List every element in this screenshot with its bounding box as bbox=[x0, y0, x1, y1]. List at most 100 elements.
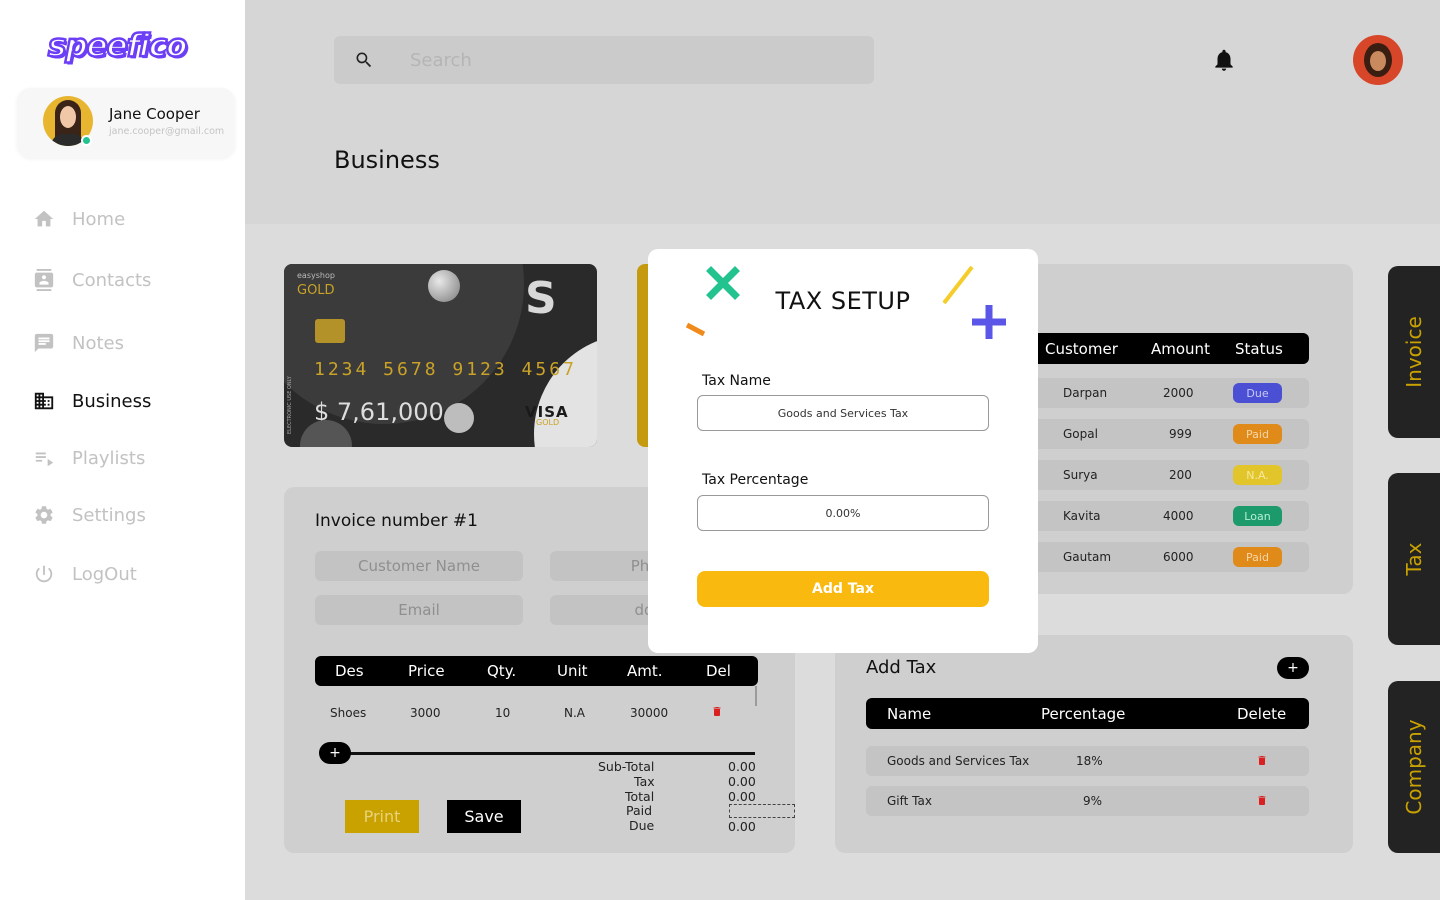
nav-item-contacts[interactable]: Contacts bbox=[32, 265, 232, 295]
email-field[interactable]: Email bbox=[315, 595, 523, 625]
gear-icon bbox=[32, 503, 56, 527]
nav-item-playlists[interactable]: Playlists bbox=[32, 443, 232, 473]
visa-sub: GOLD bbox=[536, 418, 560, 427]
subtotal-label: Sub-Total bbox=[598, 759, 655, 774]
column-header: Customer bbox=[1045, 340, 1118, 358]
bell-icon[interactable] bbox=[1211, 46, 1237, 78]
paid-input[interactable] bbox=[729, 804, 795, 818]
column-header: Del bbox=[706, 662, 731, 680]
profile-email: jane.cooper@gmail.com bbox=[109, 126, 225, 137]
invoice-table-header: Des Price Qty. Unit Amt. Del bbox=[315, 656, 758, 686]
card-number: 1234 5678 9123 4567 bbox=[314, 359, 577, 380]
card-chip-icon bbox=[315, 319, 345, 343]
tax-name: Goods and Services Tax bbox=[887, 754, 1030, 768]
credit-card[interactable]: easyshop GOLD S 1234 5678 9123 4567 ELEC… bbox=[284, 264, 597, 447]
card-logo: S bbox=[525, 273, 557, 324]
nav-label: LogOut bbox=[72, 563, 137, 585]
customer-name-field[interactable]: Customer Name bbox=[315, 551, 523, 581]
nav-label: Home bbox=[72, 208, 126, 230]
tax-value: 0.00 bbox=[728, 774, 756, 789]
page-title: Business bbox=[334, 146, 440, 174]
tax-name: Gift Tax bbox=[887, 794, 932, 808]
column-header: Status bbox=[1235, 340, 1283, 358]
status-badge: Loan bbox=[1233, 506, 1282, 526]
tab-tax[interactable]: Tax bbox=[1388, 473, 1440, 645]
nav-item-business[interactable]: Business bbox=[32, 386, 232, 416]
customer-amount: 999 bbox=[1169, 427, 1192, 441]
nav-label: Settings bbox=[72, 504, 146, 526]
table-row: Gift Tax 9% bbox=[866, 786, 1309, 816]
customer-name: Gautam bbox=[1063, 550, 1112, 564]
tax-percentage-label: Tax Percentage bbox=[702, 472, 809, 488]
delete-tax-icon[interactable] bbox=[1256, 753, 1268, 771]
add-row-divider bbox=[332, 752, 755, 755]
save-button[interactable]: Save bbox=[447, 800, 521, 833]
customer-name: Surya bbox=[1063, 468, 1098, 482]
tax-name-input[interactable] bbox=[697, 395, 989, 431]
customer-name: Gopal bbox=[1063, 427, 1098, 441]
column-header: Percentage bbox=[1041, 705, 1126, 723]
header bbox=[245, 0, 1440, 224]
nav-label: Playlists bbox=[72, 447, 146, 469]
customer-name: Darpan bbox=[1063, 386, 1108, 400]
card-tier: GOLD bbox=[297, 283, 335, 298]
delete-row-icon[interactable] bbox=[711, 704, 723, 723]
customer-name: Kavita bbox=[1063, 509, 1101, 523]
nav-item-home[interactable]: Home bbox=[32, 204, 232, 234]
cell-price: 3000 bbox=[410, 706, 441, 720]
app-logo[interactable]: speefico bbox=[47, 27, 189, 66]
nav-item-notes[interactable]: Notes bbox=[32, 328, 232, 358]
column-header: Price bbox=[408, 662, 445, 680]
tax-label: Tax bbox=[634, 774, 655, 789]
tax-percentage: 9% bbox=[1083, 794, 1103, 808]
column-header: Delete bbox=[1237, 705, 1287, 723]
table-scrollbar[interactable] bbox=[755, 686, 757, 706]
status-badge: Paid bbox=[1233, 424, 1282, 444]
total-label: Total bbox=[625, 789, 655, 804]
tab-invoice[interactable]: Invoice bbox=[1388, 266, 1440, 438]
due-value: 0.00 bbox=[728, 819, 756, 834]
add-tax-panel: Add Tax + Name Percentage Delete Goods a… bbox=[835, 635, 1353, 853]
add-tax-title: Add Tax bbox=[866, 657, 937, 678]
print-button[interactable]: Print bbox=[345, 800, 419, 833]
delete-tax-icon[interactable] bbox=[1256, 793, 1268, 811]
profile-card[interactable]: Jane Cooper jane.cooper@gmail.com bbox=[17, 88, 235, 158]
search-input[interactable] bbox=[410, 48, 850, 72]
search-bar[interactable] bbox=[334, 36, 874, 84]
add-tax-submit-button[interactable]: Add Tax bbox=[697, 571, 989, 607]
column-header: Name bbox=[887, 705, 932, 723]
add-tax-button[interactable]: + bbox=[1277, 657, 1309, 679]
card-shop-label: easyshop bbox=[297, 271, 335, 280]
column-header: Unit bbox=[557, 662, 588, 680]
tax-name-label: Tax Name bbox=[702, 373, 771, 389]
column-header: Des bbox=[335, 662, 364, 680]
tab-label: Invoice bbox=[1402, 316, 1426, 388]
column-header: Amount bbox=[1151, 340, 1210, 358]
add-row-button[interactable]: + bbox=[319, 742, 351, 764]
status-badge: Due bbox=[1233, 383, 1282, 403]
nav-item-logout[interactable]: LogOut bbox=[32, 559, 232, 589]
card-side-text: ELECTRONIC USE ONLY bbox=[287, 376, 293, 434]
cell-des: Shoes bbox=[330, 706, 367, 720]
user-avatar[interactable] bbox=[1353, 35, 1403, 85]
customer-amount: 200 bbox=[1169, 468, 1192, 482]
cell-amt: 30000 bbox=[630, 706, 669, 720]
nav-label: Business bbox=[72, 390, 152, 412]
tax-table-header: Name Percentage Delete bbox=[866, 698, 1309, 729]
tab-company[interactable]: Company bbox=[1388, 681, 1440, 853]
nav-item-settings[interactable]: Settings bbox=[32, 500, 232, 530]
customer-amount: 2000 bbox=[1163, 386, 1194, 400]
tax-percentage-input[interactable] bbox=[697, 495, 989, 531]
column-header: Qty. bbox=[487, 662, 517, 680]
cell-unit: N.A bbox=[564, 706, 585, 720]
customer-amount: 6000 bbox=[1163, 550, 1194, 564]
sidebar: speefico Jane Cooper jane.cooper@gmail.c… bbox=[0, 0, 245, 900]
customer-amount: 4000 bbox=[1163, 509, 1194, 523]
status-badge: N.A. bbox=[1233, 465, 1282, 485]
nav-label: Notes bbox=[72, 332, 124, 354]
profile-name: Jane Cooper bbox=[109, 105, 200, 123]
column-header: Amt. bbox=[627, 662, 663, 680]
nav-label: Contacts bbox=[72, 269, 152, 291]
paid-label: Paid bbox=[626, 803, 653, 818]
power-icon bbox=[32, 562, 56, 586]
